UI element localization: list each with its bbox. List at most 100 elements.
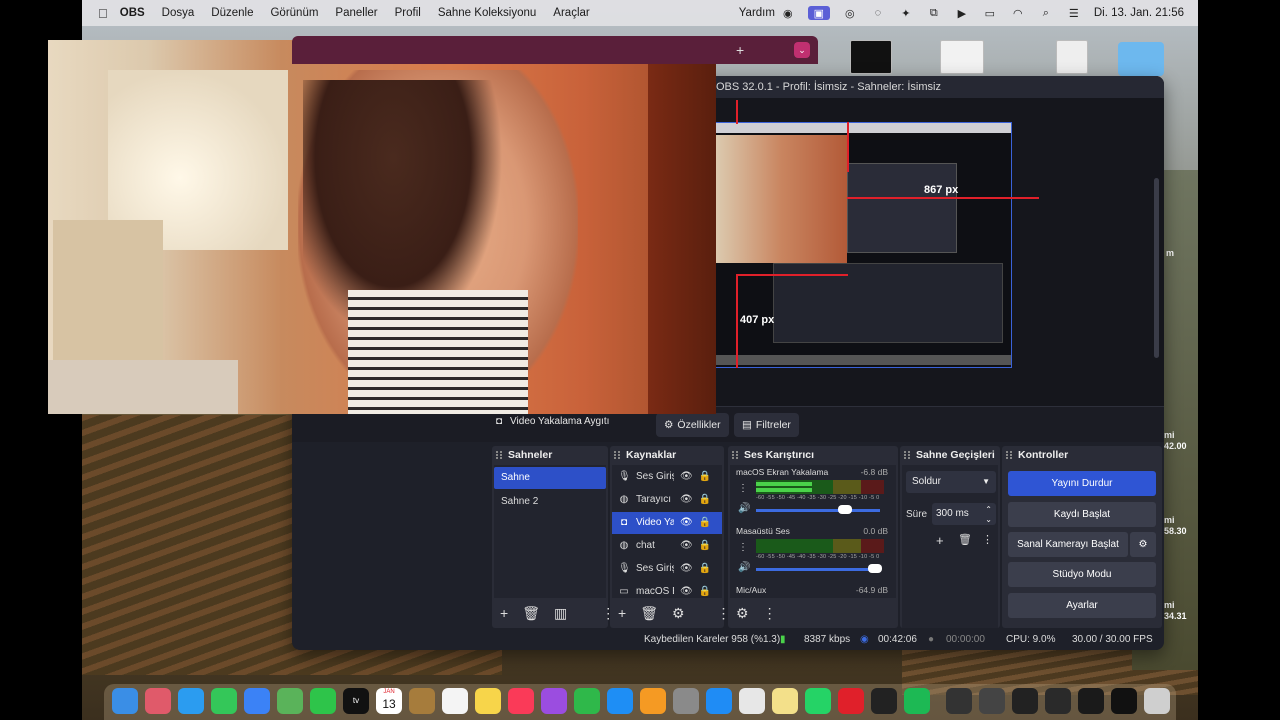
finder-icon[interactable] [112, 688, 138, 714]
channel-menu-icon[interactable]: ⋮ [738, 542, 748, 554]
eye-icon[interactable]: 👁 [680, 558, 693, 580]
eye-icon[interactable]: 👁 [680, 489, 693, 511]
recent-window-thumb[interactable] [979, 688, 1005, 714]
trash-icon[interactable]: 🗑 [640, 605, 658, 622]
scene-item[interactable]: Sahne 2 [494, 491, 606, 513]
maps-icon[interactable] [277, 688, 303, 714]
safari-icon[interactable] [178, 688, 204, 714]
fader-knob[interactable] [868, 564, 883, 573]
lock-icon[interactable]: 🔒 [699, 489, 711, 511]
channel-menu-icon[interactable]: ⋮ [738, 483, 748, 495]
source-item[interactable]: ◍ Tarayıcı 👁 🔒 [612, 489, 722, 511]
notes-icon[interactable] [475, 688, 501, 714]
stickies-icon[interactable] [772, 688, 798, 714]
menu-app[interactable]: OBS [120, 7, 145, 19]
speaker-icon[interactable]: 🔊 [738, 562, 750, 573]
contacts-icon[interactable] [409, 688, 435, 714]
mail-icon[interactable] [244, 688, 270, 714]
trash-icon[interactable]: 🗑 [958, 533, 972, 546]
stop-stream-button[interactable]: Yayını Durdur [1008, 471, 1156, 496]
transition-select[interactable]: Soldur ▼ [906, 471, 996, 493]
folder-icon[interactable] [1118, 42, 1164, 76]
add-source-icon[interactable]: + [618, 605, 626, 621]
menu-edit[interactable]: Düzenle [211, 7, 253, 19]
add-transition-icon[interactable]: + [936, 533, 944, 548]
volume-fader[interactable] [756, 509, 880, 512]
screen-share-icon[interactable]: ▣ [807, 6, 830, 20]
search-icon[interactable]: ⌕ [1038, 6, 1054, 20]
scene-filter-icon[interactable]: ▥ [554, 605, 567, 622]
fader-knob[interactable] [838, 505, 853, 514]
source-item[interactable]: 🎙Ses Girişi👁🔒 [612, 466, 722, 488]
calendar-icon[interactable]: JAN 13 [376, 688, 402, 714]
trash-icon[interactable] [1144, 688, 1170, 714]
numbers-icon[interactable] [574, 688, 600, 714]
recent-window-thumb[interactable] [1045, 688, 1071, 714]
duration-stepper[interactable]: 300 ms ⌃ ⌄ [932, 503, 996, 525]
control-icon[interactable]: ✦ [898, 6, 914, 20]
menu-help[interactable]: Yardım [739, 7, 775, 19]
pages-icon[interactable] [640, 688, 666, 714]
messages-icon[interactable] [211, 688, 237, 714]
system-settings-icon[interactable] [673, 688, 699, 714]
preview-canvas[interactable] [714, 122, 1012, 368]
lock-icon[interactable]: 🔒 [699, 512, 711, 534]
eye-icon[interactable]: 👁 [680, 535, 693, 557]
shop-app-icon[interactable] [838, 688, 864, 714]
apple-icon[interactable]:  [98, 6, 108, 21]
chevron-down-icon[interactable]: ⌄ [794, 42, 810, 58]
music-icon[interactable] [508, 688, 534, 714]
spotify-icon[interactable] [904, 688, 930, 714]
preview-vertical-scrollbar[interactable] [1154, 178, 1159, 358]
more-icon[interactable]: ⋮ [982, 533, 993, 546]
podcasts-icon[interactable] [541, 688, 567, 714]
control-center-icon[interactable]: ☰ [1066, 6, 1082, 20]
whatsapp-icon[interactable] [805, 688, 831, 714]
facetime-icon[interactable] [310, 688, 336, 714]
app-store-icon[interactable] [706, 688, 732, 714]
gear-icon[interactable]: ⚙ [672, 605, 685, 622]
scene-item[interactable]: Sahne [494, 467, 606, 489]
settings-button[interactable]: Ayarlar [1008, 593, 1156, 618]
clock[interactable]: Di. 13. Jan. 21:56 [1094, 7, 1184, 19]
lock-icon[interactable]: 🔒 [699, 558, 711, 580]
start-virtual-camera-button[interactable]: Sanal Kamerayı Başlat [1008, 532, 1128, 557]
launchpad-icon[interactable] [145, 688, 171, 714]
desktop-screenshot-thumb[interactable] [940, 40, 984, 74]
play-icon[interactable]: ▶ [954, 6, 970, 20]
reminders-icon[interactable] [442, 688, 468, 714]
apple-tv-icon[interactable]: tv [343, 688, 369, 714]
source-item[interactable]: ◍ chat 👁 🔒 [612, 535, 722, 557]
start-recording-button[interactable]: Kaydı Başlat [1008, 502, 1156, 527]
wifi-icon[interactable]: ◠ [1010, 6, 1026, 20]
obs-app-icon[interactable] [871, 688, 897, 714]
lock-icon[interactable]: 🔒 [699, 466, 711, 488]
eye-icon[interactable]: 👁 [680, 466, 693, 488]
keynote-icon[interactable] [607, 688, 633, 714]
windows-icon[interactable]: ⧉ [926, 6, 942, 20]
recent-window-thumb[interactable] [1078, 688, 1104, 714]
desktop-screenshot-thumb[interactable] [850, 40, 892, 74]
properties-button[interactable]: ⚙ Özellikler [656, 413, 729, 437]
add-scene-icon[interactable]: + [500, 605, 508, 621]
menu-tools[interactable]: Araçlar [553, 7, 589, 19]
source-item[interactable]: ◘Video Yakalama Aygıtı👁🔒 [612, 512, 722, 534]
virtual-camera-settings-button[interactable]: ⚙ [1130, 532, 1156, 557]
chrome-icon[interactable] [739, 688, 765, 714]
gear-icon[interactable]: ⚙ [736, 605, 749, 622]
filters-button[interactable]: ▤ Filtreler [734, 413, 799, 437]
obs-status-icon[interactable]: ◉ [780, 6, 796, 20]
menu-view[interactable]: Görünüm [270, 7, 318, 19]
trash-icon[interactable]: 🗑 [522, 605, 540, 622]
menu-docks[interactable]: Paneller [335, 7, 377, 19]
source-item[interactable]: 🎙Ses Girişi👁🔒 [612, 558, 722, 580]
recent-window-thumb[interactable] [1012, 688, 1038, 714]
menu-scene-collection[interactable]: Sahne Koleksiyonu [438, 7, 536, 19]
menu-file[interactable]: Dosya [162, 7, 195, 19]
lock-icon[interactable]: 🔒 [699, 535, 711, 557]
more-icon[interactable]: ⋮ [763, 605, 777, 622]
studio-mode-button[interactable]: Stüdyo Modu [1008, 562, 1156, 587]
speaker-icon[interactable]: 🔊 [738, 503, 750, 514]
desktop-document-thumb[interactable] [1056, 40, 1088, 74]
chevron-down-icon[interactable]: ⌄ [985, 509, 992, 531]
